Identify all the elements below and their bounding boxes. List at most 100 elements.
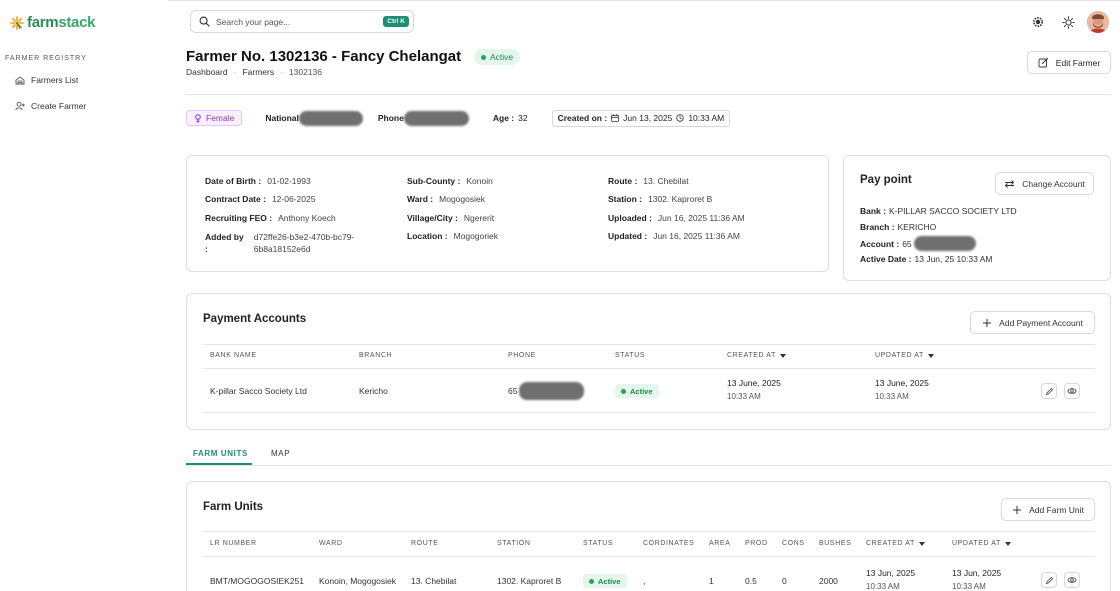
change-account-button[interactable]: Change Account: [995, 172, 1094, 195]
column-header-updated-at[interactable]: UPDATED AT: [875, 352, 934, 359]
view-row-button[interactable]: [1064, 572, 1080, 588]
swap-icon: [1005, 179, 1015, 188]
dob-field: Date of Birth :01-02-1993: [205, 176, 311, 186]
farm-units-card: Farm Units Add Farm Unit LR NUMBER WARD …: [186, 481, 1111, 591]
sun-icon: [1061, 15, 1075, 29]
created-on-date: Jun 13, 2025: [623, 113, 673, 123]
column-header-station: STATION: [497, 540, 531, 547]
page-title: Farmer No. 1302136 - Fancy Chelangat: [186, 48, 462, 65]
edit-farmer-label: Edit Farmer: [1055, 57, 1101, 68]
branch-field: Branch : KERICHO: [860, 222, 937, 232]
avatar[interactable]: [1087, 11, 1109, 33]
header-divider: [186, 94, 1111, 95]
status-badge: Active: [615, 384, 659, 398]
cell-created-at: 13 Jun, 2025 10:33 AM: [866, 568, 916, 591]
column-header-created-at[interactable]: CREATED AT: [866, 540, 925, 547]
column-header-lr-number: LR NUMBER: [210, 540, 257, 547]
logo[interactable]: farmstack: [10, 14, 95, 31]
sidebar-item-label: Farmers List: [31, 75, 79, 85]
status-dot-icon: [589, 578, 594, 584]
column-header-created-at[interactable]: CREATED AT: [727, 352, 786, 359]
column-header-status: STATUS: [583, 540, 614, 547]
sidebar-item-farmers-list[interactable]: Farmers List: [15, 75, 78, 85]
cell-phone: 65: [508, 386, 518, 396]
eye-icon: [1067, 577, 1077, 583]
column-header-updated-at[interactable]: UPDATED AT: [952, 540, 1011, 547]
sort-caret-icon: [927, 353, 934, 358]
tab-map[interactable]: MAP: [271, 449, 290, 458]
nav-section-label: FARMER REGISTRY: [5, 55, 87, 62]
cell-cons: 0: [782, 576, 787, 586]
location-field: Location : Mogogoriek: [407, 231, 499, 241]
column-header-bank: BANK NAME: [210, 352, 257, 359]
user-plus-icon: [15, 101, 25, 111]
national-id-label: National: [265, 113, 299, 123]
cell-lr-number: BMT/MOGOGOSIEK251: [210, 576, 304, 586]
breadcrumb-current: 1302136: [288, 67, 323, 77]
settings-toggle[interactable]: [1028, 12, 1048, 32]
gender-value: Female: [206, 113, 235, 123]
route-field: Route :13. Chebilat: [608, 176, 689, 186]
edit-row-button[interactable]: [1041, 572, 1057, 588]
tab-farm-units[interactable]: FARM UNITS: [193, 449, 248, 458]
pay-point-card: Pay point Change Account Bank : K-PILLAR …: [843, 155, 1111, 281]
phone-redacted: [403, 110, 469, 126]
cell-route: 13. Chebilat: [411, 576, 457, 586]
breadcrumb: Dashboard · Farmers · 1302136: [186, 67, 322, 77]
national-id-redacted: [298, 110, 363, 126]
age-label: Age :: [492, 113, 515, 123]
theme-toggle[interactable]: [1058, 12, 1078, 32]
sort-caret-icon: [918, 541, 925, 546]
cell-ward: Konoin, Mogogosiek: [319, 576, 397, 586]
column-header-route: ROUTE: [411, 540, 439, 547]
village-field: Village/City : Ngererit: [407, 213, 495, 223]
status-dot-icon: [621, 388, 626, 394]
cell-updated-at: 13 June, 2025 10:33 AM: [875, 378, 929, 401]
column-header-area: AREA: [709, 540, 731, 547]
uploaded-field: Uploaded : Jun 16, 2025 11:36 AM: [608, 213, 745, 223]
cell-prod: 0.5: [745, 576, 757, 586]
cell-updated-at: 13 Jun, 2025 10:33 AM: [952, 568, 1002, 591]
ward-field: Ward : Mogogosiek: [407, 194, 485, 204]
search-input[interactable]: Search your page... Ctrl K: [190, 10, 414, 33]
add-farm-unit-label: Add Farm Unit: [1029, 504, 1084, 515]
table-divider: [203, 556, 1095, 557]
female-icon: [195, 113, 201, 123]
pay-point-title: Pay point: [860, 174, 912, 186]
cell-created-at: 13 June, 2025 10:33 AM: [727, 378, 781, 401]
cell-area: 1: [709, 576, 714, 586]
created-on-box: Created on : Jun 13, 2025 10:33 AM: [551, 109, 731, 127]
column-header-phone: PHONE: [508, 352, 536, 359]
phone-redacted: [519, 382, 584, 400]
eye-icon: [1067, 388, 1077, 394]
sidebar-item-create-farmer[interactable]: Create Farmer: [15, 101, 86, 111]
table-divider: [203, 368, 1095, 369]
edit-row-button[interactable]: [1041, 383, 1057, 399]
pencil-icon: [1045, 576, 1053, 584]
add-payment-account-button[interactable]: Add Payment Account: [970, 311, 1095, 334]
info-strip: Female National Phone Age : 32 Created o…: [186, 109, 731, 127]
station-field: Station :1302. Kaproret B: [608, 194, 713, 204]
view-row-button[interactable]: [1064, 383, 1080, 399]
created-on-time: 10:33 AM: [688, 113, 725, 123]
column-header-status: STATUS: [615, 352, 646, 359]
clock-icon: [676, 114, 685, 122]
shortcut-badge: Ctrl K: [383, 16, 409, 27]
updated-field: Updated : Jun 16, 2025 11:36 AM: [608, 231, 741, 241]
sub-county-field: Sub-County : Konoin: [407, 176, 493, 186]
edit-icon: [1038, 57, 1048, 68]
sort-caret-icon: [1004, 541, 1011, 546]
gear-icon: [1033, 17, 1043, 27]
tab-divider: [186, 465, 1111, 466]
column-header-branch: BRANCH: [359, 352, 393, 359]
table-divider: [203, 344, 1095, 345]
phone-label: Phone: [377, 113, 404, 123]
column-header-bushes: BUSHES: [819, 540, 852, 547]
contract-date-field: Contract Date :12-06-2025: [205, 194, 316, 204]
edit-farmer-button[interactable]: Edit Farmer: [1027, 51, 1111, 74]
status-badge: Active: [474, 49, 521, 65]
breadcrumb-farmers[interactable]: Farmers: [242, 67, 274, 77]
calendar-icon: [611, 114, 620, 122]
add-farm-unit-button[interactable]: Add Farm Unit: [1001, 498, 1095, 521]
breadcrumb-dashboard[interactable]: Dashboard: [186, 67, 228, 77]
